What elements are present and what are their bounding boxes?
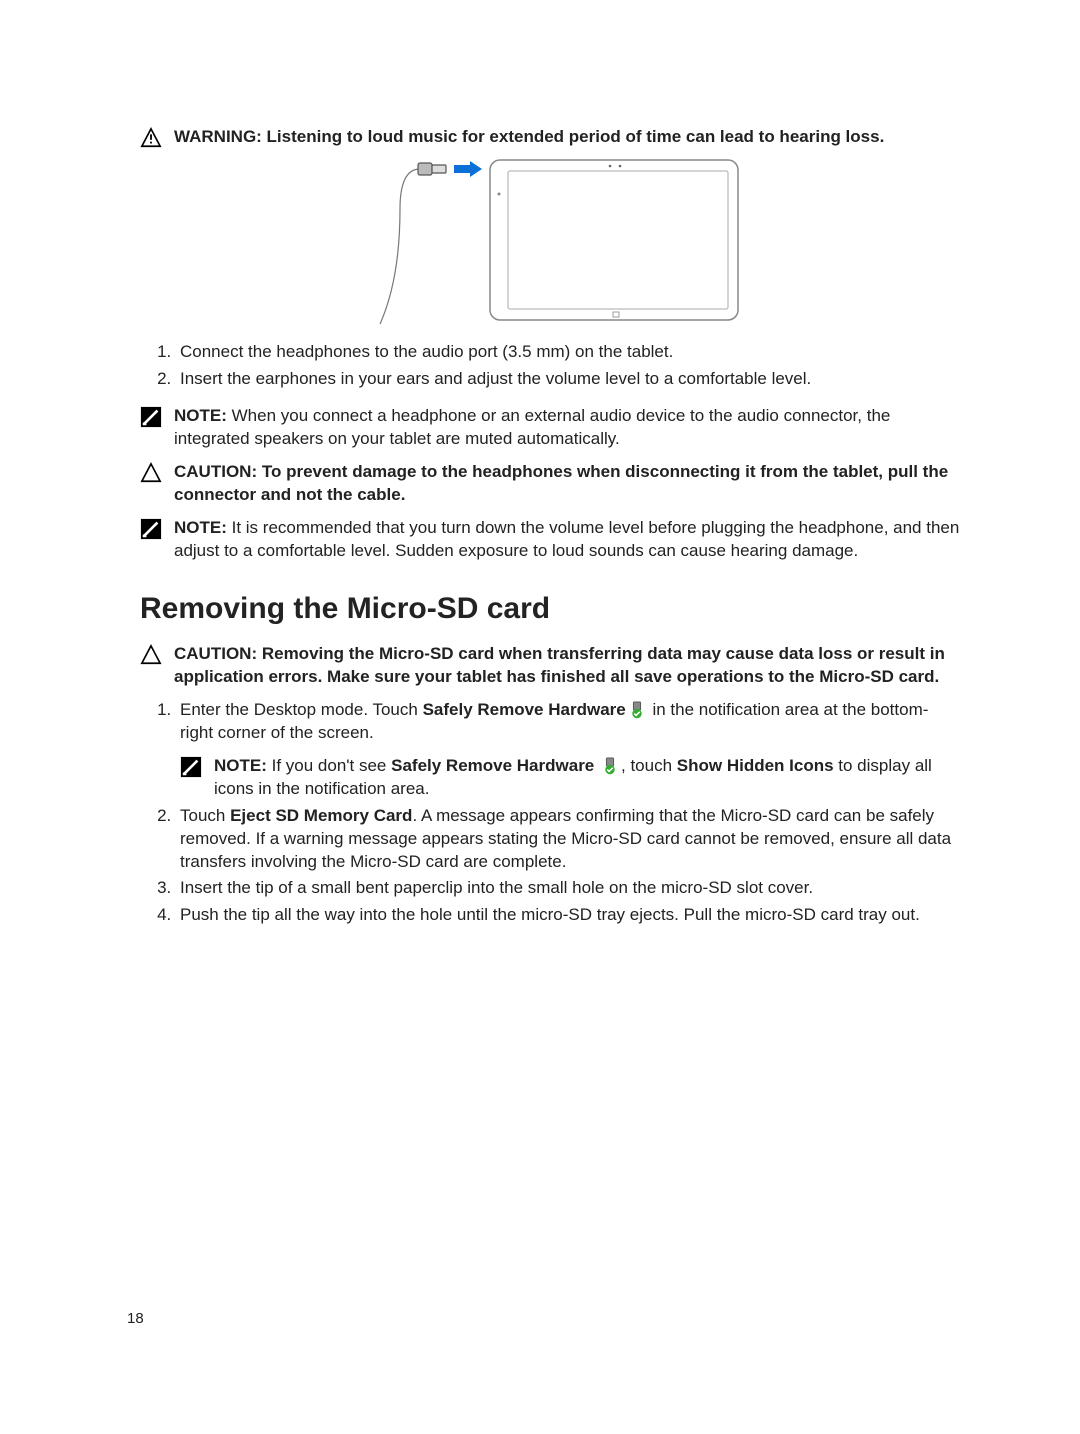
note-icon xyxy=(140,406,162,428)
caution-text-1: CAUTION: To prevent damage to the headph… xyxy=(174,461,960,507)
caution-icon xyxy=(140,462,162,484)
step-text: Push the tip all the way into the hole u… xyxy=(180,905,920,924)
nested-note-text: NOTE: If you don't see Safely Remove Har… xyxy=(214,755,960,801)
section-title-removing-sd: Removing the Micro-SD card xyxy=(140,589,960,630)
caution-label: CAUTION: xyxy=(174,462,257,481)
note-callout-2: NOTE: It is recommended that you turn do… xyxy=(140,517,960,563)
nested-note-body-c: , touch xyxy=(621,756,677,775)
page: WARNING: Listening to loud music for ext… xyxy=(0,0,1080,1434)
headphone-tablet-illustration xyxy=(360,159,740,329)
warning-body-1: Listening to loud music for extended per… xyxy=(262,127,884,146)
note-label: NOTE: xyxy=(214,756,267,775)
step-text: Insert the earphones in your ears and ad… xyxy=(180,369,811,388)
nested-note-body-b: Safely Remove Hardware xyxy=(391,756,594,775)
nested-note-body-a: If you don't see xyxy=(267,756,391,775)
caution-body-1: To prevent damage to the headphones when… xyxy=(174,462,948,504)
caution-body-2: Removing the Micro-SD card when transfer… xyxy=(174,644,945,686)
caution-icon xyxy=(140,644,162,666)
warning-icon xyxy=(140,127,162,149)
note-callout-1: NOTE: When you connect a headphone or an… xyxy=(140,405,960,451)
caution-label: CAUTION: xyxy=(174,644,257,663)
nested-note: NOTE: If you don't see Safely Remove Har… xyxy=(180,755,960,801)
page-number: 18 xyxy=(127,1309,144,1329)
step-text: Enter the Desktop mode. Touch xyxy=(180,700,423,719)
note-text-1: NOTE: When you connect a headphone or an… xyxy=(174,405,960,451)
note-body-1: When you connect a headphone or an exter… xyxy=(174,406,890,448)
warning-text-1: WARNING: Listening to loud music for ext… xyxy=(174,126,960,149)
list-item: Touch Eject SD Memory Card. A message ap… xyxy=(176,805,960,874)
list-item: Enter the Desktop mode. Touch Safely Rem… xyxy=(176,699,960,801)
note-text-2: NOTE: It is recommended that you turn do… xyxy=(174,517,960,563)
headphone-steps: Connect the headphones to the audio port… xyxy=(140,341,960,391)
note-icon xyxy=(140,518,162,540)
note-label: NOTE: xyxy=(174,406,227,425)
note-body-2: It is recommended that you turn down the… xyxy=(174,518,959,560)
nested-note-body-d: Show Hidden Icons xyxy=(677,756,834,775)
warning-label: WARNING: xyxy=(174,127,262,146)
step-text-bold: Safely Remove Hardware xyxy=(423,700,626,719)
list-item: Push the tip all the way into the hole u… xyxy=(176,904,960,927)
step-text: Insert the tip of a small bent paperclip… xyxy=(180,878,813,897)
safely-remove-hardware-icon xyxy=(601,757,619,775)
caution-callout-1: CAUTION: To prevent damage to the headph… xyxy=(140,461,960,507)
list-item: Connect the headphones to the audio port… xyxy=(176,341,960,364)
step-text: Touch xyxy=(180,806,230,825)
step-text-bold: Eject SD Memory Card xyxy=(230,806,412,825)
list-item: Insert the tip of a small bent paperclip… xyxy=(176,877,960,900)
caution-callout-2: CAUTION: Removing the Micro-SD card when… xyxy=(140,643,960,689)
safely-remove-hardware-icon xyxy=(628,701,646,719)
step-text: Connect the headphones to the audio port… xyxy=(180,342,673,361)
note-icon xyxy=(180,756,202,778)
note-label: NOTE: xyxy=(174,518,227,537)
illustration-wrap xyxy=(140,159,960,329)
sd-steps: Enter the Desktop mode. Touch Safely Rem… xyxy=(140,699,960,927)
list-item: Insert the earphones in your ears and ad… xyxy=(176,368,960,391)
warning-callout-1: WARNING: Listening to loud music for ext… xyxy=(140,126,960,149)
caution-text-2: CAUTION: Removing the Micro-SD card when… xyxy=(174,643,960,689)
